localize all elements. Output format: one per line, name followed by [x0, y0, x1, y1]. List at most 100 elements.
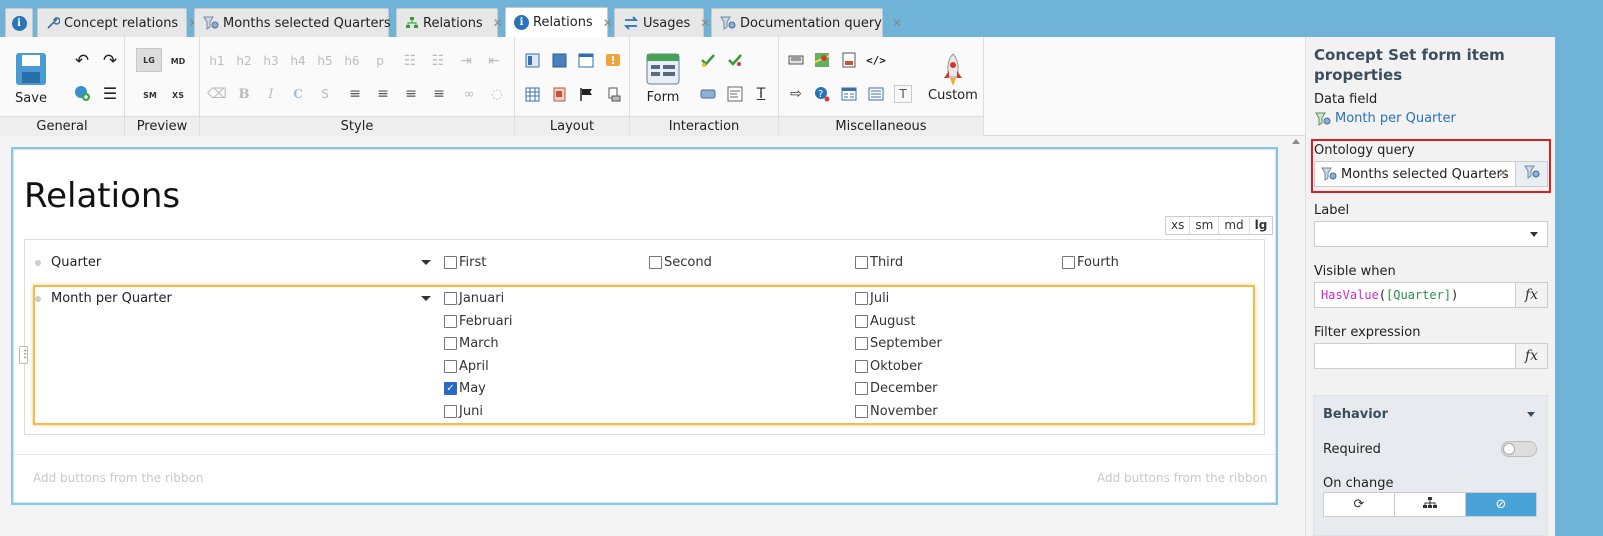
justify-button[interactable]: ≡ [430, 85, 448, 103]
book-button[interactable] [787, 51, 805, 69]
redo-button[interactable]: ↷ [100, 51, 120, 71]
label-select[interactable] [1314, 221, 1548, 247]
preview-lg-button[interactable]: LG [136, 48, 162, 72]
eraser-button[interactable]: ⌫ [207, 85, 227, 103]
align-left-button[interactable]: ≡ [346, 85, 364, 103]
checkbox-second[interactable]: Second [649, 255, 712, 270]
checkbox-box[interactable] [444, 292, 457, 305]
close-icon[interactable]: ✕ [483, 16, 503, 30]
size-xs-button[interactable]: xs [1166, 217, 1191, 234]
tab-months-selected-quarters[interactable]: Months selected Quarters ✕ [194, 8, 411, 37]
expression-editor-button[interactable]: fx [1515, 344, 1547, 368]
checkbox-oktober[interactable]: Oktober [855, 359, 922, 374]
checkbox-november[interactable]: November [855, 404, 938, 419]
checkbox-march[interactable]: March [444, 336, 499, 351]
preview-xs-button[interactable]: XS [167, 84, 189, 106]
ontology-query-field[interactable]: Months selected Quarters ✕ [1314, 161, 1548, 187]
checkbox-box[interactable] [444, 256, 457, 269]
tab-relations-hierarchy[interactable]: Relations ✕ [396, 8, 503, 37]
checkbox-box[interactable] [855, 315, 868, 328]
document-button[interactable] [840, 51, 858, 69]
checkbox-box[interactable] [855, 382, 868, 395]
tab-usages[interactable]: Usages ✕ [614, 8, 710, 37]
none-option[interactable]: ⊘ [1466, 493, 1536, 516]
checkbox-august[interactable]: August [855, 314, 916, 329]
image-button[interactable] [550, 85, 568, 103]
checkbox-box[interactable] [444, 337, 457, 350]
size-sm-button[interactable]: sm [1190, 217, 1220, 234]
tab-info[interactable]: i [5, 8, 33, 37]
tab-concept-relations[interactable]: Concept relations ✕ [37, 8, 198, 37]
checkbox-first[interactable]: First [444, 255, 486, 270]
expression-editor-button[interactable]: fx [1515, 283, 1547, 307]
checkbox-juli[interactable]: Juli [855, 291, 889, 306]
comment-button[interactable]: ◌ [488, 85, 506, 103]
heading-4-button[interactable]: h4 [289, 52, 307, 70]
bold-button[interactable]: B [235, 85, 253, 103]
table-button[interactable] [523, 85, 541, 103]
close-icon[interactable]: ✕ [593, 16, 613, 30]
editor-scrollbar[interactable] [1288, 136, 1305, 536]
paragraph-button[interactable]: p [371, 52, 389, 70]
size-md-button[interactable]: md [1219, 217, 1250, 234]
checkbox-box[interactable] [855, 292, 868, 305]
refresh-option[interactable]: ⟳ [1324, 493, 1395, 516]
heading-5-button[interactable]: h5 [316, 52, 334, 70]
bullet-list-button[interactable]: ☷ [429, 52, 447, 70]
add-globe-button[interactable] [72, 83, 92, 103]
checkbox-may[interactable]: ✓ May [444, 381, 486, 396]
help-button[interactable]: ? [813, 85, 831, 103]
close-icon[interactable]: ✕ [882, 16, 902, 30]
panel-button[interactable] [550, 51, 568, 69]
panel-scrollbar[interactable] [1555, 37, 1603, 536]
checkbox-september[interactable]: September [855, 336, 942, 351]
flag-button[interactable] [577, 85, 595, 103]
checkbox-juni[interactable]: Juni [444, 404, 483, 419]
checkbox-januari[interactable]: Januari [444, 291, 504, 306]
chevron-down-icon[interactable] [421, 296, 431, 301]
heading-6-button[interactable]: h6 [343, 52, 361, 70]
heading-1-button[interactable]: h1 [208, 52, 226, 70]
scroll-up-icon[interactable] [1292, 139, 1300, 144]
checkbox-box[interactable] [444, 360, 457, 373]
drag-handle-icon[interactable]: ⋮ [19, 346, 30, 364]
tab-relations-active[interactable]: i Relations ✕ [505, 7, 613, 37]
list-view-button[interactable] [867, 85, 885, 103]
checkbox-third[interactable]: Third [855, 255, 903, 270]
align-right-button[interactable]: ≡ [402, 85, 420, 103]
checkbox-december[interactable]: December [855, 381, 937, 396]
heading-2-button[interactable]: h2 [235, 52, 253, 70]
hierarchy-option[interactable] [1395, 493, 1466, 516]
preview-md-button[interactable]: MD [167, 50, 189, 72]
selected-form-item[interactable] [33, 285, 1255, 425]
button-bar-hint-left[interactable]: Add buttons from the ribbon [33, 471, 203, 485]
italic-button[interactable]: I [262, 85, 280, 103]
visible-when-field[interactable]: HasValue([Quarter]) fx [1314, 282, 1548, 308]
close-icon[interactable]: ✕ [690, 16, 710, 30]
checkbox-box[interactable] [1062, 256, 1075, 269]
color-button[interactable]: C [289, 85, 307, 103]
arrow-button[interactable]: ⇨ [787, 85, 805, 103]
text-block-button[interactable]: T [894, 85, 912, 103]
ordered-list-button[interactable]: ☷ [401, 52, 419, 70]
filter-expression-field[interactable]: fx [1314, 343, 1548, 369]
button-bar-hint-right[interactable]: Add buttons from the ribbon [1097, 471, 1267, 485]
checkbox-box[interactable] [855, 360, 868, 373]
chevron-down-icon[interactable] [421, 260, 431, 265]
chevron-down-icon[interactable] [1530, 232, 1538, 237]
strike-button[interactable]: S [316, 85, 334, 103]
link-button[interactable]: ∞ [460, 85, 478, 103]
alert-button[interactable] [604, 51, 622, 69]
checkbox-box[interactable] [855, 405, 868, 418]
checkbox-box[interactable] [444, 405, 457, 418]
checkbox-april[interactable]: April [444, 359, 489, 374]
save-button[interactable]: Save [14, 51, 48, 106]
validate-button[interactable] [699, 51, 717, 69]
clear-icon[interactable]: ✕ [1498, 166, 1508, 180]
list-button[interactable]: ☰ [100, 83, 120, 103]
required-toggle[interactable] [1501, 441, 1537, 457]
columns-button[interactable] [523, 51, 541, 69]
checkbox-februari[interactable]: Februari [444, 314, 513, 329]
heading-3-button[interactable]: h3 [262, 52, 280, 70]
tab-documentation-query[interactable]: Documentation query ✕ [711, 8, 902, 37]
